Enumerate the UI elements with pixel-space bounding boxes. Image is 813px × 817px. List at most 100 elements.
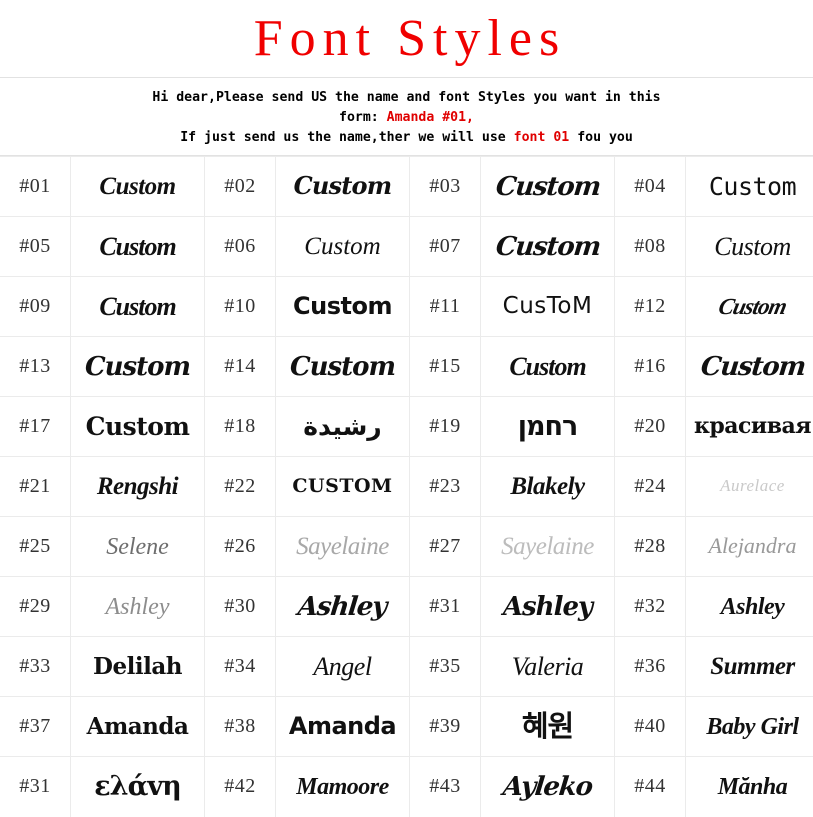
font-sample-text: 혜원 [521, 709, 574, 743]
font-sample-cell[interactable]: Ashley [70, 576, 205, 637]
font-sample-cell[interactable]: Custom [70, 336, 205, 397]
font-sample-text: Delilah [93, 652, 182, 680]
font-sample-cell[interactable]: Ayleko [480, 756, 615, 817]
font-sample-cell[interactable]: ελάvη [70, 756, 205, 817]
font-sample-cell[interactable]: Custom [275, 276, 410, 337]
font-sample-cell[interactable]: 혜원 [480, 696, 615, 757]
font-sample-cell[interactable]: Custom [685, 216, 813, 277]
font-sample-cell[interactable]: Valeria [480, 636, 615, 697]
font-sample-text: Custom [289, 351, 396, 382]
font-sample-cell[interactable]: Custom [685, 336, 813, 397]
font-styles-grid: #01 Custom #02 Custom #03 Custom #04 Custom #05 C… [0, 156, 813, 817]
font-sample-cell[interactable]: Rengshi [70, 456, 205, 517]
page-title: Font Styles [253, 9, 567, 67]
font-sample-cell[interactable]: Angel [275, 636, 410, 697]
font-sample-cell[interactable]: Custom [275, 336, 410, 397]
instruction-line-3-suffix: fou you [569, 129, 633, 145]
font-sample-cell[interactable]: Mănha [685, 756, 813, 817]
font-number-label: #31 [409, 576, 481, 637]
font-sample-cell[interactable]: Custom [480, 156, 615, 217]
font-sample-text: Custom [99, 173, 176, 200]
font-sample-cell[interactable]: Selene [70, 516, 205, 577]
font-sample-text: Custom [85, 411, 190, 441]
font-sample-cell[interactable]: Delilah [70, 636, 205, 697]
font-grid-row: #01 Custom #02 Custom #03 Custom #04 Custom [0, 156, 813, 217]
font-sample-text: Rengshi [96, 473, 179, 500]
font-sample-text: Valeria [511, 651, 584, 681]
font-sample-text: Ashley [105, 593, 170, 620]
font-sample-cell[interactable]: Custom [480, 216, 615, 277]
font-sample-text: Ashley [720, 593, 785, 620]
font-sample-cell[interactable]: Aurelace [685, 456, 813, 517]
font-sample-cell[interactable]: Custom [70, 156, 205, 217]
font-sample-cell[interactable]: Custom [275, 156, 410, 217]
font-sample-cell[interactable]: Custom [685, 156, 813, 217]
font-sample-text: Custom [99, 291, 176, 321]
font-sample-cell[interactable]: Amanda [275, 696, 410, 757]
font-sample-cell[interactable]: Custom [70, 276, 205, 337]
font-number-label: #10 [204, 276, 276, 337]
font-sample-cell[interactable]: Ashley [685, 576, 813, 637]
font-sample-text: Amanda [86, 712, 189, 740]
font-sample-text: Ayleko [501, 771, 594, 802]
font-sample-text: רחמן [517, 411, 579, 442]
instruction-line-1: Hi dear,Please send US the name and font… [152, 89, 661, 105]
font-sample-text: Blakely [510, 473, 585, 500]
font-sample-text: CUSTOM [292, 474, 393, 497]
font-sample-text: Sayelaine [501, 533, 594, 560]
instruction-line-3-highlight: font 01 [513, 129, 570, 145]
font-sample-cell[interactable]: Custom [275, 216, 410, 277]
font-sample-cell[interactable]: رشيدة [275, 396, 410, 457]
font-sample-cell[interactable]: Custom [480, 336, 615, 397]
font-number-label: #11 [409, 276, 481, 337]
font-number-label: #13 [0, 336, 71, 397]
font-number-label: #16 [614, 336, 686, 397]
instructions-block: Hi dear,Please send US the name and font… [0, 78, 813, 156]
font-sample-cell[interactable]: Summer [685, 636, 813, 697]
font-number-label: #23 [409, 456, 481, 517]
font-number-label: #06 [204, 216, 276, 277]
font-sample-cell[interactable]: Ashley [275, 576, 410, 637]
font-sample-text: Custom [293, 292, 392, 320]
font-sample-cell[interactable]: Amanda [70, 696, 205, 757]
font-sample-cell[interactable]: Baby Girl [685, 696, 813, 757]
instruction-line-2: form: Amanda #01, [339, 108, 474, 128]
font-sample-text: Mamoore [296, 773, 389, 800]
font-number-label: #02 [204, 156, 276, 217]
font-number-label: #27 [409, 516, 481, 577]
font-sample-cell[interactable]: רחמן [480, 396, 615, 457]
font-sample-cell[interactable]: Blakely [480, 456, 615, 517]
font-sample-cell[interactable]: Sayelaine [275, 516, 410, 577]
font-grid-row: #33 Delilah #34 Angel #35 Valeria #36 Summer [0, 636, 813, 697]
font-sample-text: красивая [693, 413, 812, 439]
font-number-label: #15 [409, 336, 481, 397]
font-sample-text: Custom [714, 231, 791, 261]
font-number-label: #25 [0, 516, 71, 577]
font-number-label: #04 [614, 156, 686, 217]
font-number-label: #09 [0, 276, 71, 337]
font-sample-cell[interactable]: Ashley [480, 576, 615, 637]
font-number-label: #18 [204, 396, 276, 457]
font-sample-cell[interactable]: Mamoore [275, 756, 410, 817]
font-sample-text: Summer [710, 653, 795, 680]
font-sample-cell[interactable]: Alejandra [685, 516, 813, 577]
font-sample-text: Selene [106, 533, 169, 560]
font-number-label: #05 [0, 216, 71, 277]
font-number-label: #35 [409, 636, 481, 697]
font-sample-cell[interactable]: Custom [70, 216, 205, 277]
font-number-label: #24 [614, 456, 686, 517]
font-sample-cell[interactable]: CusToM [480, 276, 615, 337]
font-number-label: #31 [0, 756, 71, 817]
instruction-line-2-highlight: Amanda #01, [386, 109, 474, 125]
font-sample-cell[interactable]: Sayelaine [480, 516, 615, 577]
font-sample-cell[interactable]: Custom [70, 396, 205, 457]
font-styles-page: Font Styles Hi dear,Please send US the n… [0, 0, 813, 817]
font-sample-cell[interactable]: CUSTOM [275, 456, 410, 517]
font-sample-text: Custom [716, 293, 789, 319]
font-number-label: #43 [409, 756, 481, 817]
font-grid-row: #25 Selene #26 Sayelaine #27 Sayelaine #28 Alej… [0, 516, 813, 577]
font-sample-cell[interactable]: красивая [685, 396, 813, 457]
font-sample-text: Ashley [502, 591, 593, 622]
font-sample-cell[interactable]: Custom [685, 276, 813, 337]
font-number-label: #22 [204, 456, 276, 517]
